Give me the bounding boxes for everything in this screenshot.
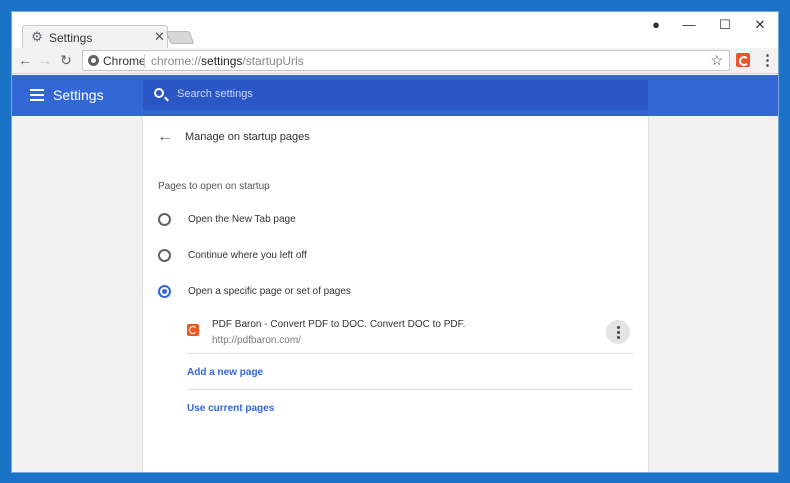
tab-settings[interactable]: ⚙ Settings ✕: [22, 25, 168, 48]
startup-page-item: PDF Baron - Convert PDF to DOC. Convert …: [187, 318, 633, 354]
browser-window: ⚙ Settings ✕ ● — ☐ ✕ ← → ↻ Chrome chrome…: [11, 11, 779, 473]
search-placeholder: Search settings: [177, 88, 253, 100]
divider: [187, 389, 633, 390]
toolbar: ← → ↻ Chrome chrome://settings/startupUr…: [12, 48, 778, 74]
minimize-button[interactable]: —: [679, 17, 699, 32]
radio-label: Open the New Tab page: [188, 214, 296, 225]
page-title: Settings: [53, 87, 104, 103]
radio-button[interactable]: [158, 213, 171, 226]
radio-button-checked[interactable]: [158, 285, 171, 298]
gear-icon: ⚙: [31, 29, 43, 44]
settings-header: Settings Search settings: [12, 75, 778, 116]
radio-continue[interactable]: Continue where you left off: [158, 241, 633, 271]
site-name: Chrome: [103, 54, 146, 68]
title-bar: ⚙ Settings ✕ ● — ☐ ✕: [12, 12, 778, 48]
pdfbaron-favicon-icon: [187, 324, 199, 336]
menu-icon[interactable]: [30, 89, 44, 101]
radio-specific-pages[interactable]: Open a specific page or set of pages: [158, 277, 633, 307]
more-actions-button[interactable]: [606, 320, 630, 344]
search-icon: [154, 88, 164, 98]
startup-card: ← Manage on startup pages Pages to open …: [143, 116, 648, 472]
search-input[interactable]: Search settings: [143, 80, 648, 110]
startup-page-title: PDF Baron - Convert PDF to DOC. Convert …: [212, 319, 466, 330]
section-label: Pages to open on startup: [158, 181, 270, 192]
radio-label: Continue where you left off: [188, 250, 307, 261]
forward-button[interactable]: →: [36, 52, 54, 68]
new-tab-button[interactable]: [165, 31, 195, 44]
radio-label: Open a specific page or set of pages: [188, 286, 351, 297]
address-bar[interactable]: Chrome chrome://settings/startupUrls ☆: [82, 50, 730, 71]
close-icon[interactable]: ✕: [154, 29, 165, 45]
chrome-icon: [88, 55, 99, 66]
maximize-button[interactable]: ☐: [715, 17, 735, 33]
subpage-heading: Manage on startup pages: [185, 131, 310, 143]
reload-button[interactable]: ↻: [57, 52, 75, 69]
extension-icon[interactable]: [736, 53, 750, 67]
startup-page-url: http://pdfbaron.com/: [212, 335, 301, 346]
radio-new-tab[interactable]: Open the New Tab page: [158, 205, 633, 235]
radio-button[interactable]: [158, 249, 171, 262]
add-new-page-link[interactable]: Add a new page: [187, 367, 263, 378]
omnibox-separator: [144, 54, 145, 68]
back-arrow-icon[interactable]: ←: [157, 128, 173, 146]
window-close-button[interactable]: ✕: [750, 17, 770, 33]
profile-icon[interactable]: ●: [646, 17, 666, 32]
browser-menu-icon[interactable]: ⋮: [760, 51, 775, 69]
back-button[interactable]: ←: [16, 52, 34, 68]
use-current-pages-link[interactable]: Use current pages: [187, 403, 274, 414]
tab-title: Settings: [49, 31, 93, 45]
url-text[interactable]: chrome://settings/startupUrls: [151, 54, 304, 68]
settings-content: ← Manage on startup pages Pages to open …: [12, 116, 778, 472]
star-icon[interactable]: ☆: [710, 52, 723, 69]
